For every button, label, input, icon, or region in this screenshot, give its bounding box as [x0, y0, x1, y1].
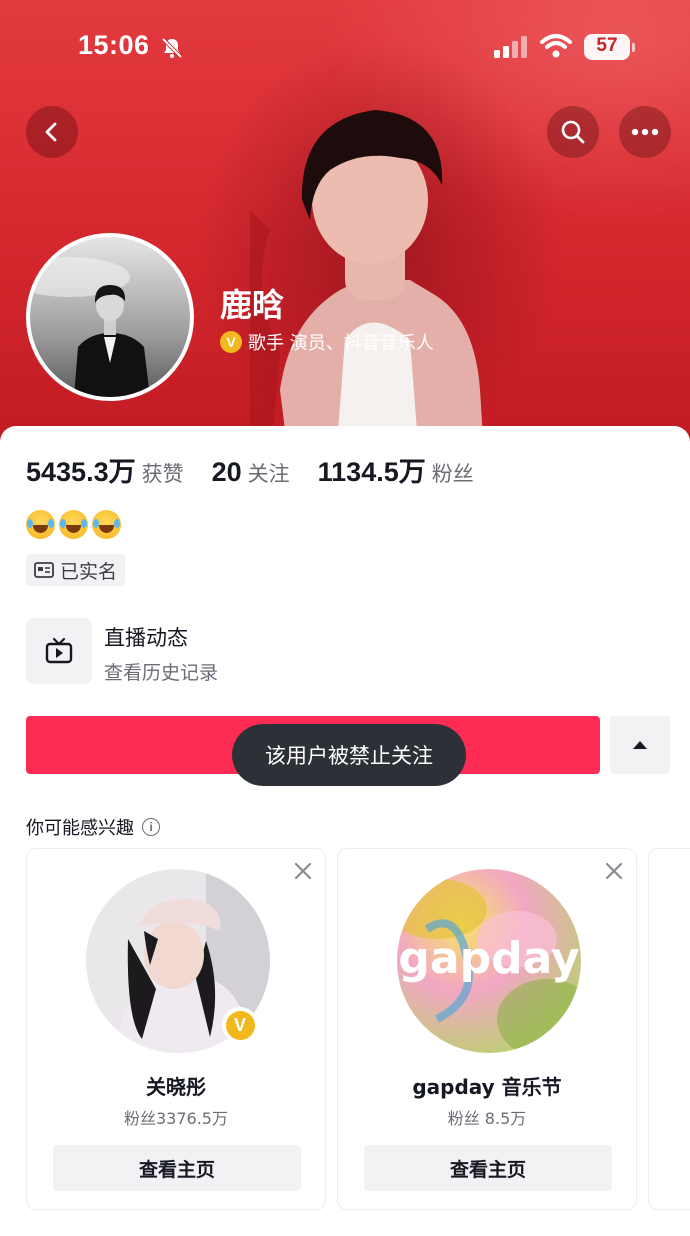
recommend-title: 你可能感兴趣	[26, 818, 134, 839]
realname-tag: 已实名	[26, 554, 126, 586]
card-badge-letter: V	[225, 1010, 255, 1040]
gapday-logo-text: gapday	[398, 933, 579, 984]
profile-avatar[interactable]	[26, 233, 194, 401]
more-icon	[631, 128, 659, 136]
verified-badge-icon: V	[220, 331, 242, 353]
recommend-name[interactable]: gapday 音乐节	[338, 1071, 636, 1100]
view-profile-button[interactable]: 查看主页	[53, 1145, 301, 1191]
more-button[interactable]	[619, 106, 671, 158]
status-bar: 15:06 57	[0, 0, 690, 96]
recommend-header: 你可能感兴趣 i	[26, 814, 160, 840]
realname-text: 已实名	[60, 560, 118, 583]
live-subtitle[interactable]: 查看历史记录	[104, 658, 218, 685]
stat-following-value: 20	[211, 457, 242, 487]
laughing-emoji-icon	[26, 510, 55, 539]
status-time: 15:06	[78, 30, 150, 60]
stat-followers-label: 粉丝	[431, 462, 474, 486]
close-icon[interactable]	[604, 861, 624, 881]
bio-emoji-row	[26, 510, 121, 539]
recommend-fans: 粉丝3376.5万	[124, 1109, 228, 1128]
id-card-icon	[34, 562, 54, 578]
verification-text: 歌手 演员、抖音音乐人	[248, 333, 434, 354]
live-title[interactable]: 直播动态	[104, 622, 188, 652]
toast-message: 该用户被禁止关注	[232, 724, 466, 786]
stat-following-label: 关注	[247, 462, 290, 486]
recommend-card[interactable]: V 关晓彤 粉丝3376.5万 查看主页	[26, 848, 326, 1210]
stat-likes-label: 获赞	[141, 462, 184, 486]
info-icon[interactable]: i	[142, 818, 160, 836]
wifi-icon	[540, 34, 572, 58]
recommend-fans: 粉丝 8.5万	[447, 1109, 527, 1128]
profile-name: 鹿晗	[220, 286, 285, 324]
expand-recommend-button[interactable]	[610, 716, 670, 774]
verified-badge-icon: V	[222, 1007, 258, 1043]
verification-row: V 歌手 演员、抖音音乐人	[220, 329, 434, 355]
back-icon	[45, 122, 57, 142]
stat-following[interactable]: 20 关注	[212, 457, 290, 488]
avatar-image	[30, 237, 190, 397]
caret-up-icon	[633, 741, 647, 749]
profile-cover: 15:06 57 鹿晗 V 歌手 演员、抖音音乐人	[0, 0, 690, 470]
laughing-emoji-icon	[59, 510, 88, 539]
recommend-name[interactable]: 关晓彤	[27, 1071, 325, 1100]
stat-followers-value: 1134.5万	[317, 457, 426, 487]
view-profile-button[interactable]: 查看主页	[364, 1145, 612, 1191]
close-icon[interactable]	[293, 861, 313, 881]
stat-likes[interactable]: 5435.3万 获赞	[26, 450, 184, 489]
stats-row: 5435.3万 获赞 20 关注 1134.5万 粉丝	[26, 450, 502, 489]
search-button[interactable]	[547, 106, 599, 158]
gapday-logo-image: gapday	[397, 869, 581, 1053]
live-history-tile[interactable]	[26, 618, 92, 684]
search-icon	[561, 120, 585, 144]
recommend-card-partial[interactable]	[648, 848, 690, 1210]
signal-icon	[494, 36, 527, 58]
recommend-avatar[interactable]: gapday	[397, 869, 581, 1053]
profile-panel: 5435.3万 获赞 20 关注 1134.5万 粉丝 已实名 直播动态 查看历…	[0, 426, 690, 1236]
cover-figure-image	[250, 110, 485, 470]
battery-icon: 57	[584, 34, 635, 60]
back-button[interactable]	[26, 106, 78, 158]
battery-level: 57	[596, 35, 618, 56]
laughing-emoji-icon	[92, 510, 121, 539]
bell-off-icon	[161, 37, 183, 59]
tv-icon	[45, 637, 73, 664]
stat-likes-value: 5435.3万	[26, 457, 136, 487]
recommend-card[interactable]: gapday gapday 音乐节 粉丝 8.5万 查看主页	[337, 848, 637, 1210]
stat-followers[interactable]: 1134.5万 粉丝	[318, 450, 474, 489]
